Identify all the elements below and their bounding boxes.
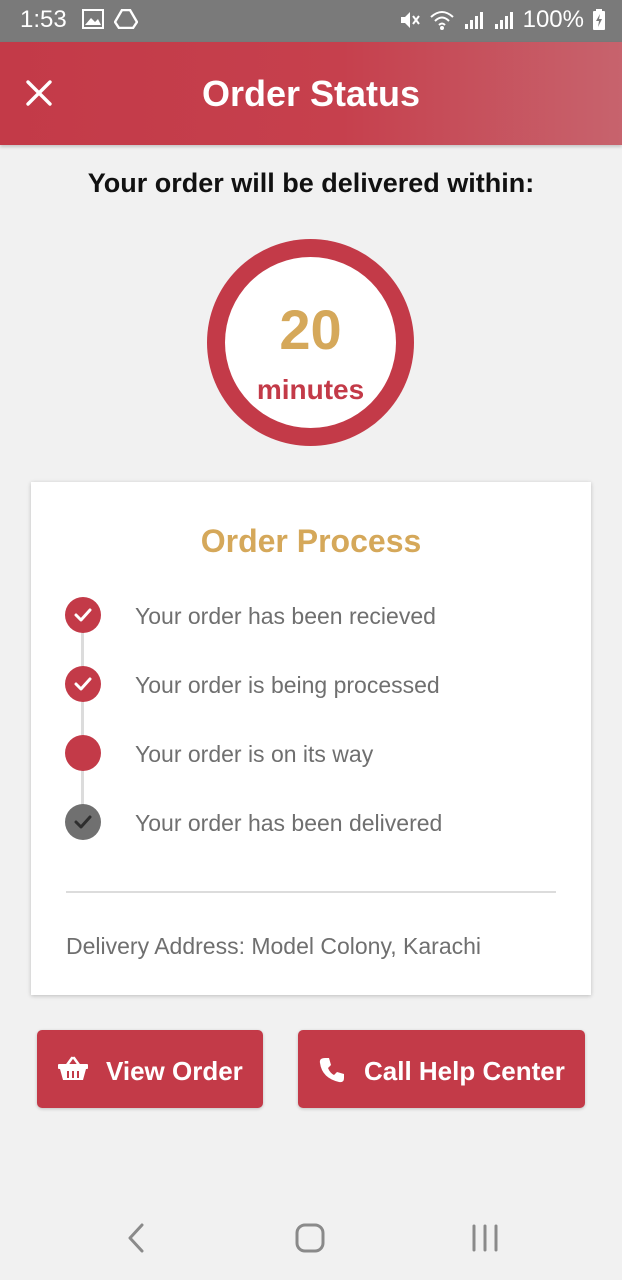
step-label: Your order is being processed bbox=[135, 672, 440, 698]
basket-icon bbox=[58, 1056, 88, 1080]
timeline-connector bbox=[81, 615, 84, 823]
home-button[interactable] bbox=[295, 1221, 325, 1260]
step-complete-indicator bbox=[65, 666, 101, 702]
system-nav-bar bbox=[0, 1195, 622, 1280]
home-icon bbox=[295, 1223, 325, 1253]
page-title: Order Status bbox=[201, 73, 421, 114]
back-button[interactable] bbox=[124, 1221, 148, 1260]
order-step: Your order is being processed bbox=[65, 666, 565, 702]
step-complete-indicator bbox=[65, 597, 101, 633]
step-label: Your order has been delivered bbox=[135, 810, 443, 836]
check-icon bbox=[74, 815, 92, 829]
timer-value: 20 bbox=[279, 298, 342, 361]
delivery-timer: 20 minutes bbox=[207, 239, 414, 446]
mute-icon bbox=[399, 9, 421, 31]
wifi-icon bbox=[429, 9, 455, 31]
order-process-title: Order Process bbox=[200, 523, 422, 559]
phone-icon bbox=[319, 1058, 344, 1083]
signal-icon bbox=[493, 9, 515, 31]
order-process-card: Order Process Your order has been reciev… bbox=[31, 482, 591, 995]
step-pending-indicator bbox=[65, 804, 101, 840]
recents-icon bbox=[472, 1224, 498, 1252]
divider bbox=[66, 891, 556, 893]
order-step: Your order is on its way bbox=[65, 735, 565, 771]
gallery-icon bbox=[82, 9, 104, 34]
back-icon bbox=[128, 1223, 144, 1253]
status-bar: 1:53 100% bbox=[0, 0, 622, 42]
delivery-headline: Your order will be delivered within: bbox=[87, 168, 535, 198]
app-bar: Order Status bbox=[0, 42, 622, 145]
step-label: Your order is on its way bbox=[135, 741, 374, 767]
view-order-label: View Order bbox=[106, 1056, 243, 1086]
timer-unit: minutes bbox=[256, 374, 365, 405]
call-help-center-label: Call Help Center bbox=[364, 1056, 565, 1086]
battery-percent: 100% bbox=[522, 6, 584, 33]
drive-icon bbox=[113, 8, 139, 34]
order-step: Your order has been delivered bbox=[65, 804, 565, 840]
step-label: Your order has been recieved bbox=[135, 603, 436, 629]
signal-icon bbox=[463, 9, 485, 31]
step-current-indicator bbox=[65, 735, 101, 771]
delivery-address: Delivery Address: Model Colony, Karachi bbox=[66, 933, 482, 959]
check-icon bbox=[74, 608, 92, 622]
check-icon bbox=[74, 677, 92, 691]
battery-charging-icon bbox=[592, 9, 606, 31]
view-order-button[interactable]: View Order bbox=[37, 1030, 263, 1108]
status-time: 1:53 bbox=[20, 6, 67, 33]
call-help-center-button[interactable]: Call Help Center bbox=[298, 1030, 585, 1108]
order-step: Your order has been recieved bbox=[65, 597, 565, 633]
recents-button[interactable] bbox=[470, 1221, 500, 1260]
